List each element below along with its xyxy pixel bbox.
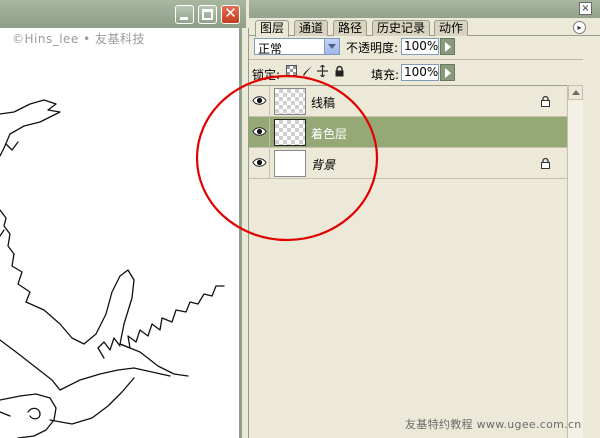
panel-titlebar[interactable]: × xyxy=(249,0,600,18)
fill-input[interactable]: 100% xyxy=(401,64,439,81)
layers-panel: × 图层 通道 路径 历史记录 动作 ▸ 正常 不透明度: 100% 锁定: 填… xyxy=(249,0,600,438)
tab-history[interactable]: 历史记录 xyxy=(372,20,431,36)
lock-transparent-pixels-icon[interactable] xyxy=(286,65,297,77)
blend-mode-select[interactable]: 正常 xyxy=(254,38,340,56)
layer-thumbnail xyxy=(274,119,306,146)
scroll-up-arrow-icon[interactable] xyxy=(568,85,583,100)
maximize-icon xyxy=(202,9,213,20)
layer-list: 线稿 着色层 背景 xyxy=(249,85,567,438)
layer-name[interactable]: 背景 xyxy=(311,156,335,173)
canvas-window[interactable]: ✕ ©Hins_lee • 友基科技 xyxy=(0,0,246,438)
layer-name[interactable]: 着色层 xyxy=(311,125,347,142)
layer-name[interactable]: 线稿 xyxy=(311,94,335,111)
minimize-icon xyxy=(180,17,188,20)
layer-row-background[interactable]: 背景 xyxy=(249,148,567,179)
visibility-toggle[interactable] xyxy=(249,148,270,178)
opacity-slider-arrow-icon[interactable] xyxy=(440,38,455,55)
blend-mode-value: 正常 xyxy=(258,42,283,56)
eye-icon[interactable] xyxy=(252,94,267,107)
lock-icon xyxy=(541,95,550,107)
panel-menu-button[interactable]: ▸ xyxy=(573,21,586,34)
layer-row-color[interactable]: 着色层 xyxy=(249,117,567,148)
maximize-button[interactable] xyxy=(198,5,217,24)
chevron-down-icon[interactable] xyxy=(324,39,339,54)
eye-icon[interactable] xyxy=(252,156,267,169)
opacity-label: 不透明度: xyxy=(346,41,399,55)
visibility-toggle[interactable] xyxy=(249,86,270,116)
eye-icon[interactable] xyxy=(252,125,267,138)
layer-list-scrollbar[interactable] xyxy=(567,85,583,438)
lock-all-padlock-icon[interactable] xyxy=(334,65,345,77)
layer-thumbnail xyxy=(274,88,306,115)
layer-row-line-art[interactable]: 线稿 xyxy=(249,86,567,117)
fill-slider-arrow-icon[interactable] xyxy=(440,64,455,81)
tab-channels[interactable]: 通道 xyxy=(294,20,329,36)
close-icon: ✕ xyxy=(224,4,237,22)
panel-edge xyxy=(583,36,600,438)
lock-image-pixels-brush-icon[interactable] xyxy=(302,65,313,77)
panel-tab-row: 图层 通道 路径 历史记录 动作 xyxy=(249,18,600,37)
opacity-input[interactable]: 100% xyxy=(401,38,439,55)
visibility-toggle[interactable] xyxy=(249,117,270,147)
layer-thumbnail xyxy=(274,150,306,177)
tab-actions[interactable]: 动作 xyxy=(434,20,469,36)
minimize-button[interactable] xyxy=(175,5,194,24)
lock-label: 锁定: xyxy=(252,68,281,82)
tab-layers[interactable]: 图层 xyxy=(255,20,290,37)
lock-icon xyxy=(541,157,550,169)
panel-close-button[interactable]: × xyxy=(579,2,592,15)
close-button[interactable]: ✕ xyxy=(221,4,240,24)
fill-label: 填充: xyxy=(371,68,400,82)
canvas-titlebar[interactable]: ✕ xyxy=(0,0,246,28)
footer-watermark: 友基特约教程 www.ugee.com.cn xyxy=(405,418,582,431)
lock-position-move-icon[interactable] xyxy=(317,65,328,77)
tab-paths[interactable]: 路径 xyxy=(333,20,368,36)
divider xyxy=(249,59,600,60)
bird-line-art[interactable] xyxy=(0,40,239,438)
